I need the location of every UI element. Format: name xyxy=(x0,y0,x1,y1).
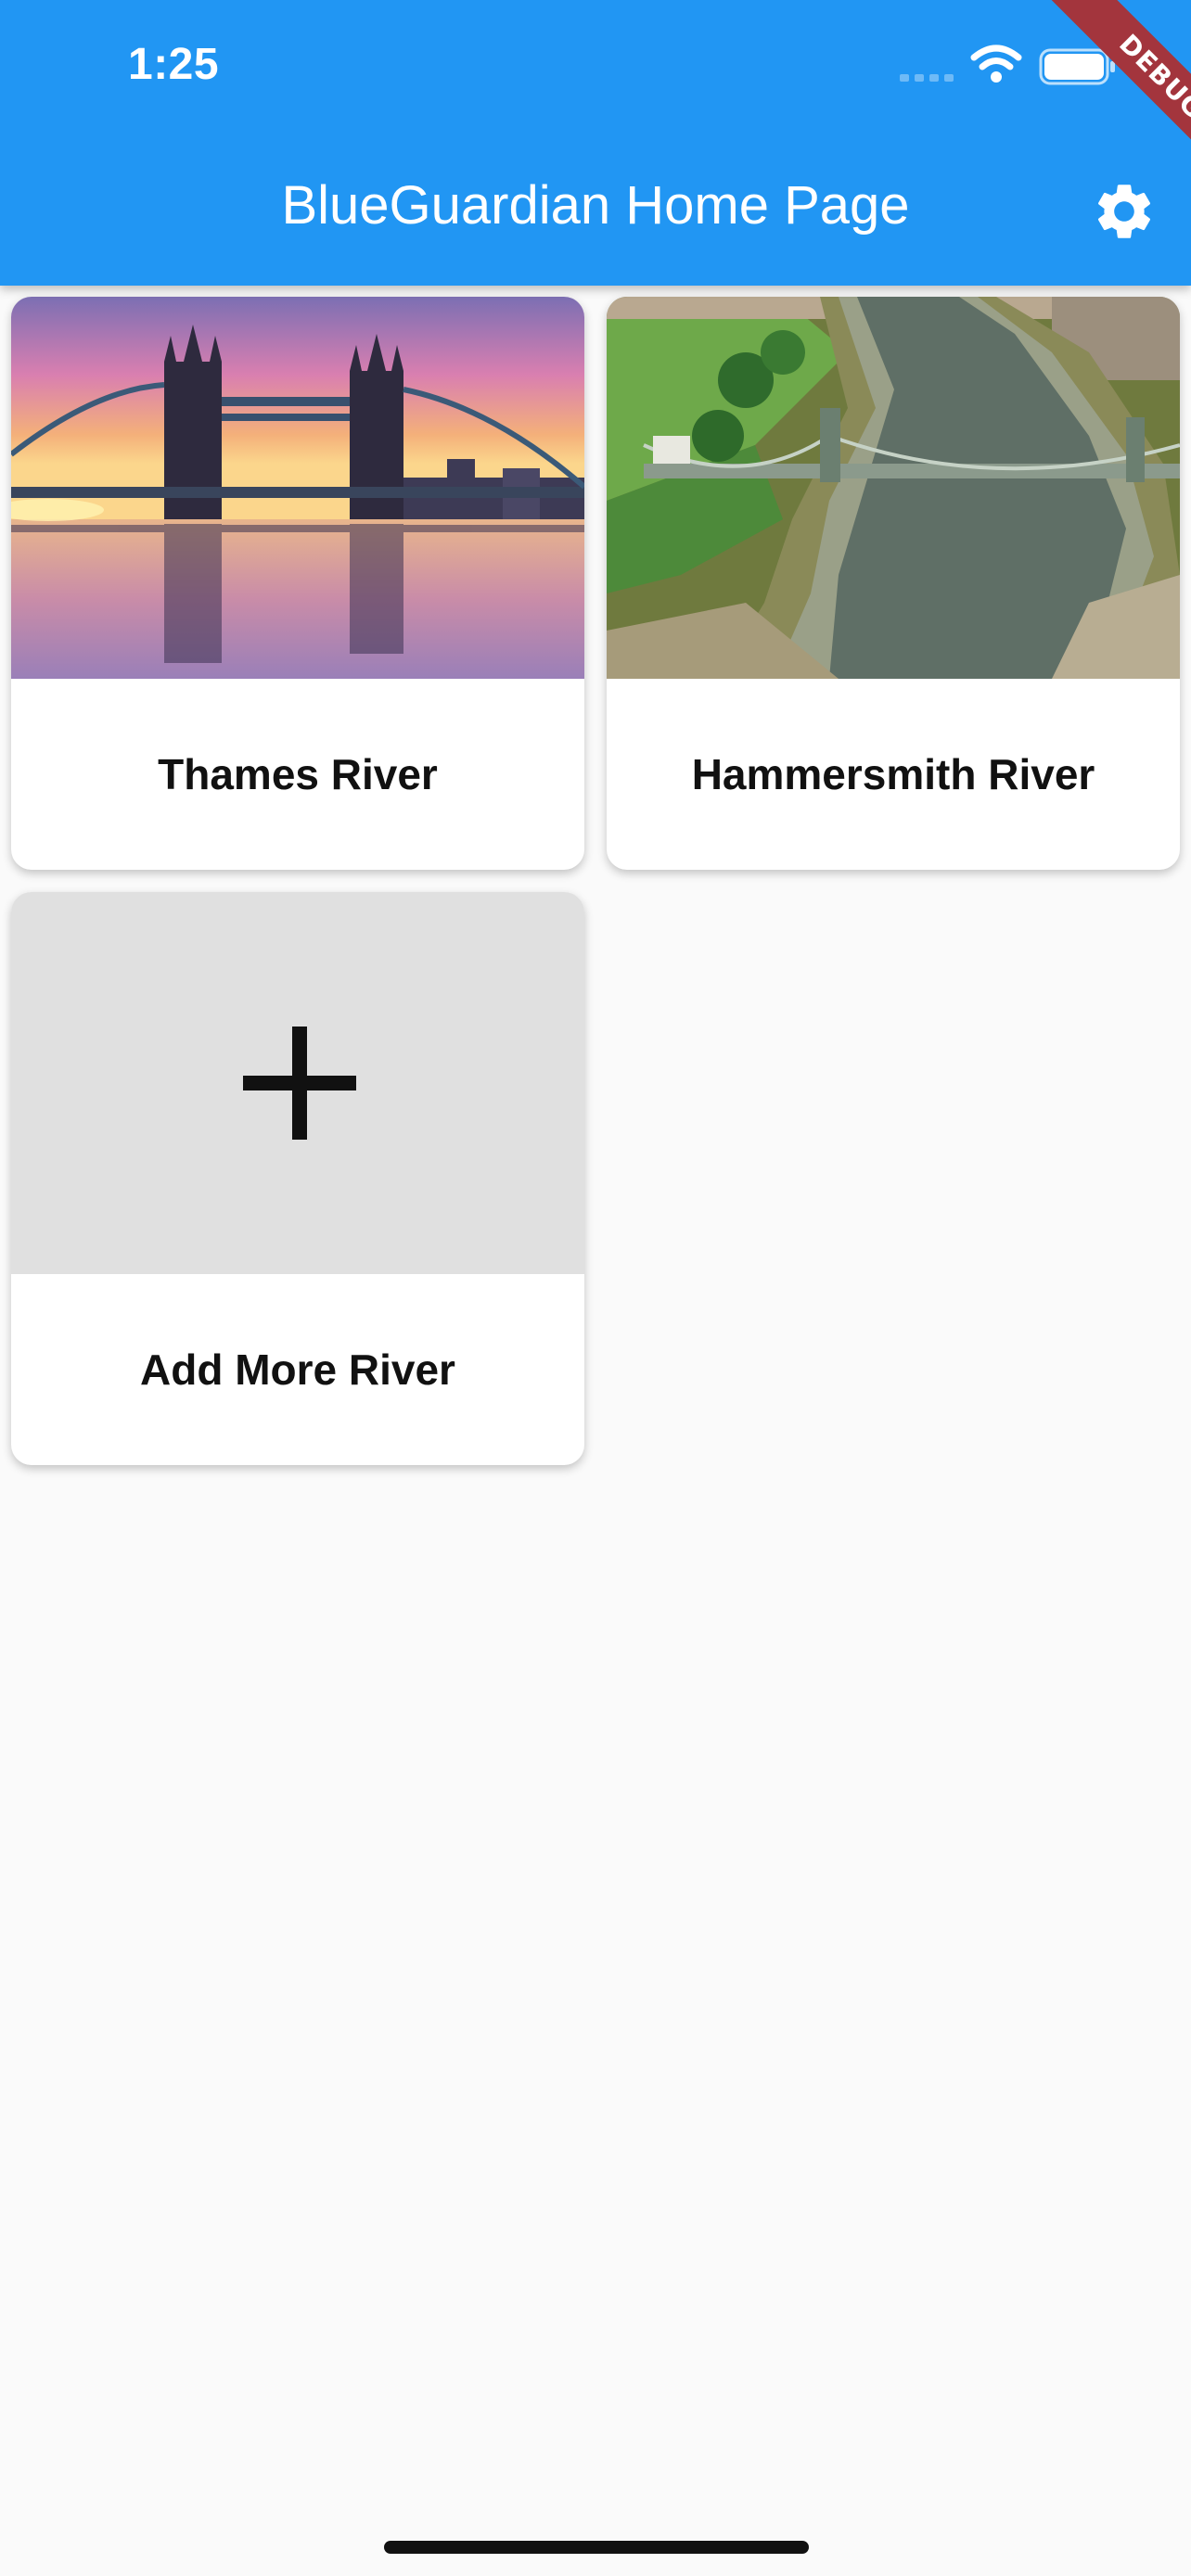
add-river-card[interactable]: Add More River xyxy=(11,892,584,1465)
status-time: 1:25 xyxy=(128,40,220,89)
river-card-thames[interactable]: Thames River xyxy=(11,297,584,870)
home-indicator[interactable] xyxy=(384,2541,809,2554)
debug-label: DEBUG xyxy=(1046,0,1191,185)
river-card-hammersmith[interactable]: Hammersmith River xyxy=(607,297,1180,870)
settings-button[interactable] xyxy=(1091,178,1158,245)
add-river-image xyxy=(11,892,584,1274)
debug-banner: DEBUG xyxy=(1005,0,1191,185)
river-name: Hammersmith River xyxy=(691,750,1095,798)
hammersmith-river-image xyxy=(607,297,1180,679)
add-river-label: Add More River xyxy=(140,1345,455,1394)
river-name: Thames River xyxy=(158,750,438,798)
cellular-signal-icon xyxy=(900,74,954,82)
thames-river-image xyxy=(11,297,584,679)
plus-icon xyxy=(243,1027,356,1140)
gear-icon xyxy=(1097,185,1151,238)
